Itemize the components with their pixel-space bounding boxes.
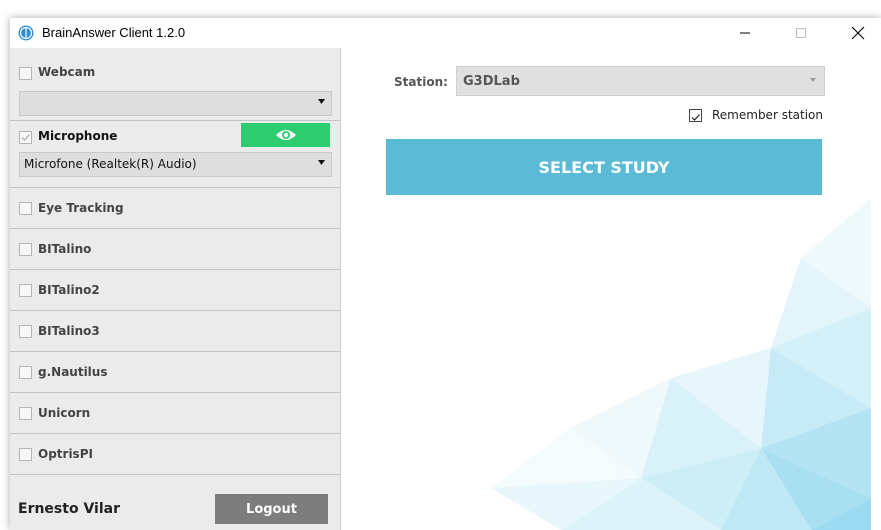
bitalino3-checkbox[interactable] <box>19 325 32 338</box>
device-item-g-nautilus: g.Nautilus <box>10 352 340 393</box>
device-label: BITalino <box>38 242 92 256</box>
device-label: Unicorn <box>38 406 91 420</box>
station-value: G3DLab <box>463 74 520 89</box>
g-nautilus-checkbox[interactable] <box>19 366 32 379</box>
minimize-icon <box>740 32 750 34</box>
microphone-device-value: Microfone (Realtek(R) Audio) <box>24 157 197 171</box>
maximize-icon <box>796 28 806 38</box>
minimize-button[interactable] <box>722 18 768 48</box>
microphone-preview-button[interactable] <box>241 123 330 147</box>
logout-button[interactable]: Logout <box>215 494 328 524</box>
device-label: OptrisPI <box>38 447 93 461</box>
optrispi-checkbox[interactable] <box>19 448 32 461</box>
microphone-checkbox[interactable] <box>19 131 32 144</box>
maximize-button[interactable] <box>778 18 824 48</box>
close-button[interactable] <box>835 18 881 48</box>
chevron-down-icon <box>810 78 816 82</box>
bitalino2-checkbox[interactable] <box>19 284 32 297</box>
remember-station-checkbox[interactable] <box>689 109 702 122</box>
webcam-section: Webcam <box>10 48 340 121</box>
app-window: BrainAnswer Client 1.2.0 Webcam Micropho… <box>10 18 881 530</box>
webcam-label: Webcam <box>38 65 96 79</box>
station-label: Station: <box>394 75 448 89</box>
title-bar: BrainAnswer Client 1.2.0 <box>10 18 881 48</box>
window-title: BrainAnswer Client 1.2.0 <box>42 25 186 40</box>
device-item-bitalino: BITalino <box>10 229 340 270</box>
chevron-down-icon <box>318 160 325 165</box>
device-label: BITalino2 <box>38 283 100 297</box>
device-label: g.Nautilus <box>38 365 108 379</box>
device-item-optrispi: OptrisPI <box>10 434 340 475</box>
device-item-unicorn: Unicorn <box>10 393 340 434</box>
unicorn-checkbox[interactable] <box>19 407 32 420</box>
microphone-device-select[interactable]: Microfone (Realtek(R) Audio) <box>19 152 332 177</box>
user-footer: Ernesto Vilar Logout <box>10 475 340 530</box>
close-icon <box>851 26 865 40</box>
device-label: Eye Tracking <box>38 201 124 215</box>
microphone-label: Microphone <box>38 129 118 143</box>
user-name: Ernesto Vilar <box>18 501 120 517</box>
checkmark-icon <box>691 114 700 121</box>
main-panel: Station: G3DLab Remember station SELECT … <box>341 48 871 530</box>
remember-station-label: Remember station <box>712 108 823 122</box>
eye-tracking-checkbox[interactable] <box>19 202 32 215</box>
checkmark-icon <box>21 134 30 141</box>
select-study-button[interactable]: SELECT STUDY <box>386 139 822 195</box>
device-sidebar: Webcam Microphone Microfone (Realtek(R) … <box>10 48 341 530</box>
bitalino-checkbox[interactable] <box>19 243 32 256</box>
chevron-down-icon <box>318 99 325 104</box>
station-select[interactable]: G3DLab <box>456 66 825 96</box>
eye-icon <box>275 130 296 140</box>
device-item-bitalino3: BITalino3 <box>10 311 340 352</box>
webcam-device-select[interactable] <box>19 91 332 116</box>
device-label: BITalino3 <box>38 324 100 338</box>
webcam-checkbox[interactable] <box>19 67 32 80</box>
brainanswer-logo-icon <box>18 25 34 41</box>
device-item-bitalino2: BITalino2 <box>10 270 340 311</box>
microphone-section: Microphone Microfone (Realtek(R) Audio) <box>10 121 340 188</box>
device-item-eye-tracking: Eye Tracking <box>10 188 340 229</box>
